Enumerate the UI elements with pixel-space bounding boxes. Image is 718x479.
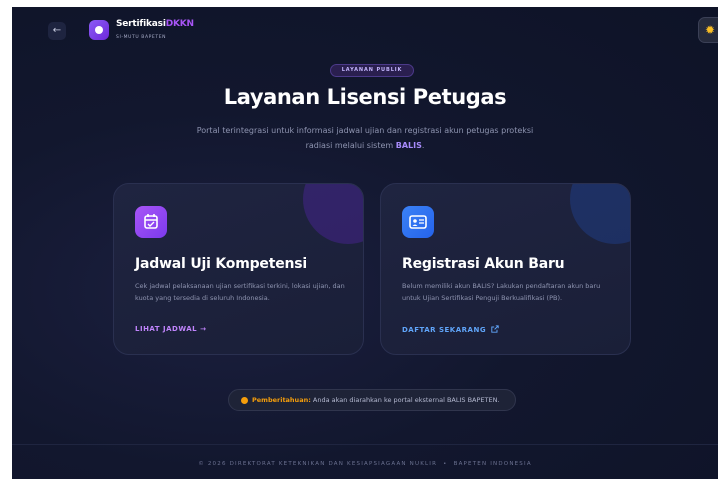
card-glow	[303, 184, 363, 244]
category-badge: LAYANAN PUBLIK	[330, 64, 414, 77]
footer: © 2026 DIREKTORAT KETEKNIKAN DAN KESIAPS…	[12, 444, 718, 479]
notice-text: Anda akan diarahkan ke portal eksternal …	[312, 396, 500, 404]
arrow-left-icon: ←	[52, 25, 62, 36]
brand-accent: DKKN	[165, 19, 194, 29]
register-now-link[interactable]: DAFTAR SEKARANG	[402, 325, 499, 334]
back-button[interactable]: ←	[48, 22, 66, 40]
page-frame: ← SertifikasiDKKN SI-MUTU BAPETEN ✹ LAYA…	[12, 7, 718, 479]
sun-icon: ✹	[705, 23, 716, 37]
brand-subtitle: SI-MUTU BAPETEN	[116, 35, 167, 40]
card-title: Jadwal Uji Kompetensi	[135, 256, 307, 272]
view-schedule-link[interactable]: LIHAT JADWAL →	[135, 325, 206, 333]
schedule-card[interactable]: Jadwal Uji Kompetensi Cek jadwal pelaksa…	[113, 183, 364, 355]
card-description: Cek jadwal pelaksanaan ujian sertifikasi…	[135, 282, 345, 302]
balis-highlight: BALIS	[395, 141, 422, 150]
notice-banner: Pemberitahuan: Anda akan diarahkan ke po…	[228, 389, 516, 411]
theme-toggle-button[interactable]: ✹	[698, 17, 718, 43]
brand-title: SertifikasiDKKN	[116, 19, 194, 29]
card-title: Registrasi Akun Baru	[402, 256, 565, 272]
logo-icon	[89, 20, 109, 40]
calendar-check-icon	[135, 206, 167, 238]
info-icon	[241, 396, 248, 404]
id-card-icon	[402, 206, 434, 238]
notice-label: Pemberitahuan:	[252, 396, 311, 404]
footer-copyright: © 2026 DIREKTORAT KETEKNIKAN DAN KESIAPS…	[198, 461, 438, 467]
footer-org: BAPETEN INDONESIA	[453, 461, 532, 467]
footer-text: © 2026 DIREKTORAT KETEKNIKAN DAN KESIAPS…	[12, 461, 718, 467]
external-link-icon	[489, 325, 499, 334]
page-description: Portal terintegrasi untuk informasi jadw…	[196, 126, 534, 150]
page-title: Layanan Lisensi Petugas	[223, 85, 507, 109]
footer-separator: •	[443, 461, 448, 467]
arrow-right-icon: →	[200, 325, 207, 333]
card-description: Belum memiliki akun BALIS? Lakukan penda…	[402, 282, 601, 302]
registration-card[interactable]: Registrasi Akun Baru Belum memiliki akun…	[380, 183, 631, 355]
top-bar: ← SertifikasiDKKN SI-MUTU BAPETEN ✹	[12, 7, 718, 55]
card-glow	[570, 184, 630, 244]
